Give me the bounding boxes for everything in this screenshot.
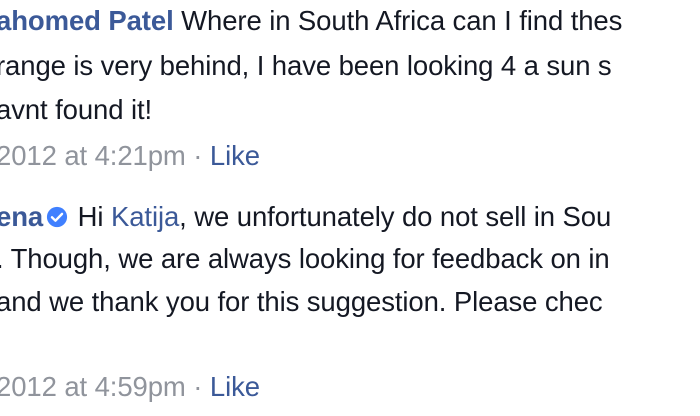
like-link[interactable]: Like (210, 371, 260, 402)
comment-text-intro: Hi (77, 201, 104, 232)
comment-author-name[interactable]: ena (0, 201, 43, 232)
comment-text: and we thank you for this suggestion. Pl… (0, 286, 603, 317)
comment-1-meta: 2012 at 4:21pm · Like (0, 140, 260, 172)
like-link[interactable]: Like (210, 140, 260, 171)
comment-text: range is very behind, I have been lookin… (0, 50, 612, 81)
comment-2-line-2: . Though, we are always looking for feed… (0, 243, 610, 275)
comment-1-line-1: ahomed Patel Where in South Africa can I… (0, 5, 622, 37)
meta-separator: · (193, 371, 203, 402)
comment-author-name[interactable]: ahomed Patel (0, 5, 174, 36)
comment-1-line-3: avnt found it! (0, 94, 152, 126)
comment-2-line-1: ena Hi Katija, we unfortunately do not s… (0, 201, 611, 233)
comment-timestamp[interactable]: 2012 at 4:21pm (0, 140, 186, 171)
comment-text: avnt found it! (0, 94, 153, 125)
comment-text: Where in South Africa can I find thes (181, 5, 623, 36)
verified-badge-icon (47, 206, 68, 227)
comment-2-line-3: and we thank you for this suggestion. Pl… (0, 286, 603, 318)
meta-separator: · (193, 140, 203, 171)
comment-timestamp[interactable]: 2012 at 4:59pm (0, 371, 186, 402)
comment-text: , we unfortunately do not sell in Sou (179, 201, 612, 232)
comment-1-line-2: range is very behind, I have been lookin… (0, 50, 612, 82)
comment-2-meta: 2012 at 4:59pm · Like (0, 371, 260, 403)
mention-link[interactable]: Katija (111, 201, 179, 232)
comment-text: . Though, we are always looking for feed… (0, 243, 610, 274)
